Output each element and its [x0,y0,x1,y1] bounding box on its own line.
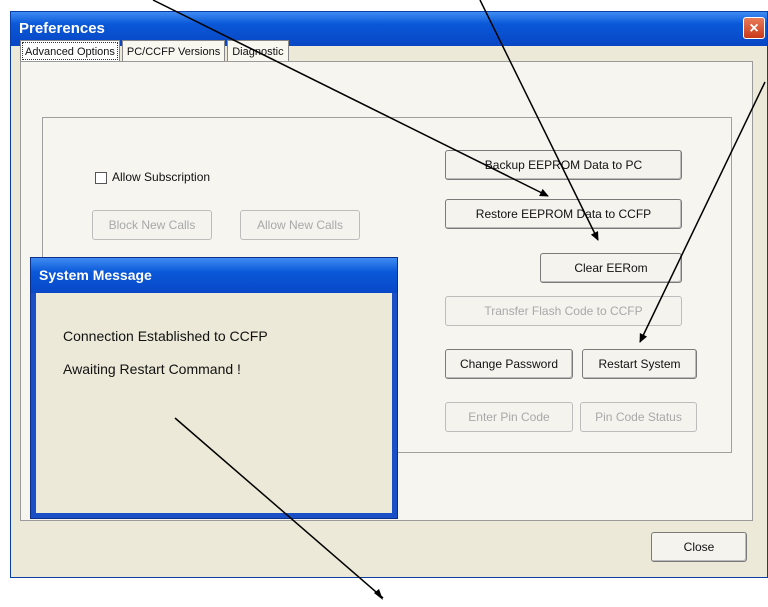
system-message-body: Connection Established to CCFP Awaiting … [36,293,392,513]
system-message-dialog: System Message Connection Established to… [30,257,398,519]
close-button[interactable]: Close [651,532,747,562]
window-title: Preferences [19,20,105,37]
tab-strip: Advanced Options PC/CCFP Versions Diagno… [20,40,291,62]
clear-eerom-button[interactable]: Clear EERom [540,253,682,283]
message-line-awaiting: Awaiting Restart Command ! [63,361,241,377]
close-window-icon[interactable]: × [743,17,765,39]
enter-pin-code-button[interactable]: Enter Pin Code [445,402,573,432]
transfer-flash-code-button[interactable]: Transfer Flash Code to CCFP [445,296,682,326]
allow-new-calls-button[interactable]: Allow New Calls [240,210,360,240]
block-new-calls-button[interactable]: Block New Calls [92,210,212,240]
allow-subscription-label: Allow Subscription [112,170,211,184]
tab-diagnostic[interactable]: Diagnostic [227,40,289,62]
arrow-head-bottom [374,589,383,600]
restart-system-button[interactable]: Restart System [582,349,697,379]
change-password-button[interactable]: Change Password [445,349,573,379]
allow-subscription-checkbox[interactable] [95,172,107,184]
message-line-connection: Connection Established to CCFP [63,328,268,344]
tab-advanced-options[interactable]: Advanced Options [20,40,120,62]
system-message-title: System Message [31,258,397,293]
tab-pc-ccfp-versions[interactable]: PC/CCFP Versions [121,40,226,62]
pin-code-status-button[interactable]: Pin Code Status [580,402,697,432]
backup-eeprom-button[interactable]: Backup EEPROM Data to PC [445,150,682,180]
restore-eeprom-button[interactable]: Restore EEPROM Data to CCFP [445,199,682,229]
